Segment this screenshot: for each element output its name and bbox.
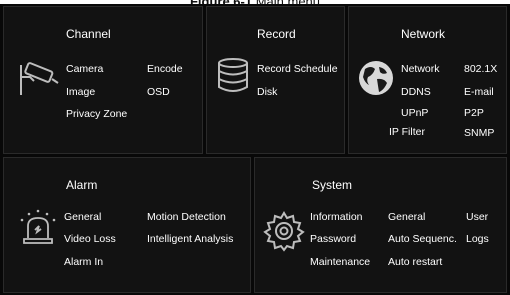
- gear-icon: [263, 211, 305, 252]
- network-item-snmp[interactable]: SNMP: [464, 127, 494, 139]
- alarm-item-general[interactable]: General: [64, 211, 101, 223]
- system-item-information[interactable]: Information: [310, 211, 363, 223]
- network-item-email[interactable]: E-mail: [464, 86, 494, 98]
- network-item-ip-filter[interactable]: IP Filter: [389, 126, 425, 138]
- alarm-item-video-loss[interactable]: Video Loss: [64, 233, 116, 245]
- system-panel: System Information General User Password…: [254, 157, 507, 293]
- network-item-p2p[interactable]: P2P: [464, 107, 484, 119]
- system-title: System: [312, 178, 353, 192]
- record-item-schedule[interactable]: Record Schedule: [257, 63, 338, 75]
- alarm-item-motion-detection[interactable]: Motion Detection: [147, 211, 226, 223]
- record-item-disk[interactable]: Disk: [257, 86, 277, 98]
- network-item-8021x[interactable]: 802.1X: [464, 63, 497, 75]
- disk-stack-icon: [218, 58, 248, 92]
- channel-panel: Channel Camera Encode Image OSD Privacy …: [3, 6, 203, 154]
- network-panel: Network Network 802.1X DDNS E-mail UPnP …: [348, 6, 507, 154]
- system-item-general[interactable]: General: [388, 211, 425, 223]
- channel-item-image[interactable]: Image: [66, 86, 95, 98]
- record-title: Record: [257, 27, 296, 41]
- system-item-maintenance[interactable]: Maintenance: [310, 256, 370, 268]
- network-item-ddns[interactable]: DDNS: [401, 86, 431, 98]
- camera-icon: [20, 62, 59, 95]
- system-item-auto-restart[interactable]: Auto restart: [388, 256, 442, 268]
- channel-title: Channel: [66, 27, 111, 41]
- channel-item-privacy-zone[interactable]: Privacy Zone: [66, 108, 127, 120]
- alarm-light-icon: [20, 209, 56, 244]
- network-item-network[interactable]: Network: [401, 63, 440, 75]
- system-item-user[interactable]: User: [466, 211, 488, 223]
- main-menu: Channel Camera Encode Image OSD Privacy …: [0, 4, 510, 295]
- channel-item-encode[interactable]: Encode: [147, 63, 183, 75]
- alarm-panel: Alarm General Motion Detection Video Los…: [3, 157, 251, 293]
- alarm-item-intelligent-analysis[interactable]: Intelligent Analysis: [147, 233, 233, 245]
- system-item-auto-sequence[interactable]: Auto Sequenc.: [388, 233, 457, 245]
- system-item-logs[interactable]: Logs: [466, 233, 489, 245]
- alarm-title: Alarm: [66, 178, 98, 192]
- system-item-password[interactable]: Password: [310, 233, 356, 245]
- globe-icon: [359, 61, 393, 95]
- network-item-upnp[interactable]: UPnP: [401, 107, 428, 119]
- alarm-item-alarm-in[interactable]: Alarm In: [64, 256, 103, 268]
- channel-item-osd[interactable]: OSD: [147, 86, 170, 98]
- network-title: Network: [401, 27, 446, 41]
- channel-item-camera[interactable]: Camera: [66, 63, 103, 75]
- record-panel: Record Record Schedule Disk: [206, 6, 345, 154]
